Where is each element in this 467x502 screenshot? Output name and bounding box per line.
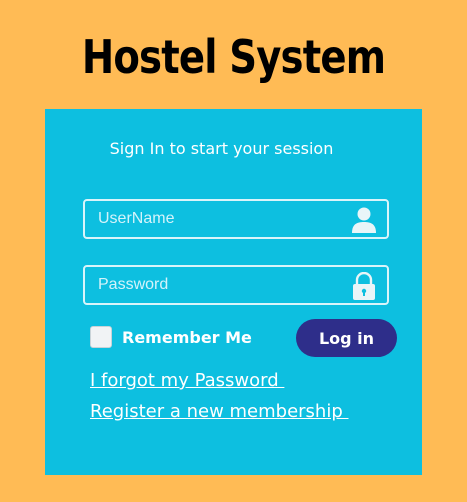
login-button[interactable]: Log in bbox=[296, 319, 397, 357]
user-icon bbox=[352, 207, 376, 233]
app-title: Hostel System bbox=[81, 30, 386, 84]
remember-me-label: Remember Me bbox=[122, 327, 252, 347]
panel-subtitle: Sign In to start your session bbox=[109, 139, 334, 158]
forgot-password-link[interactable]: I forgot my Password bbox=[90, 370, 284, 391]
remember-me-checkbox[interactable] bbox=[90, 326, 112, 348]
password-input[interactable] bbox=[85, 267, 358, 303]
password-field[interactable] bbox=[83, 265, 389, 305]
login-panel: Sign In to start your session Remember M… bbox=[45, 109, 422, 475]
register-link[interactable]: Register a new membership bbox=[90, 401, 349, 422]
username-input[interactable] bbox=[85, 201, 358, 237]
lock-icon bbox=[353, 272, 375, 300]
username-field[interactable] bbox=[83, 199, 389, 239]
remember-me[interactable]: Remember Me bbox=[90, 325, 252, 349]
